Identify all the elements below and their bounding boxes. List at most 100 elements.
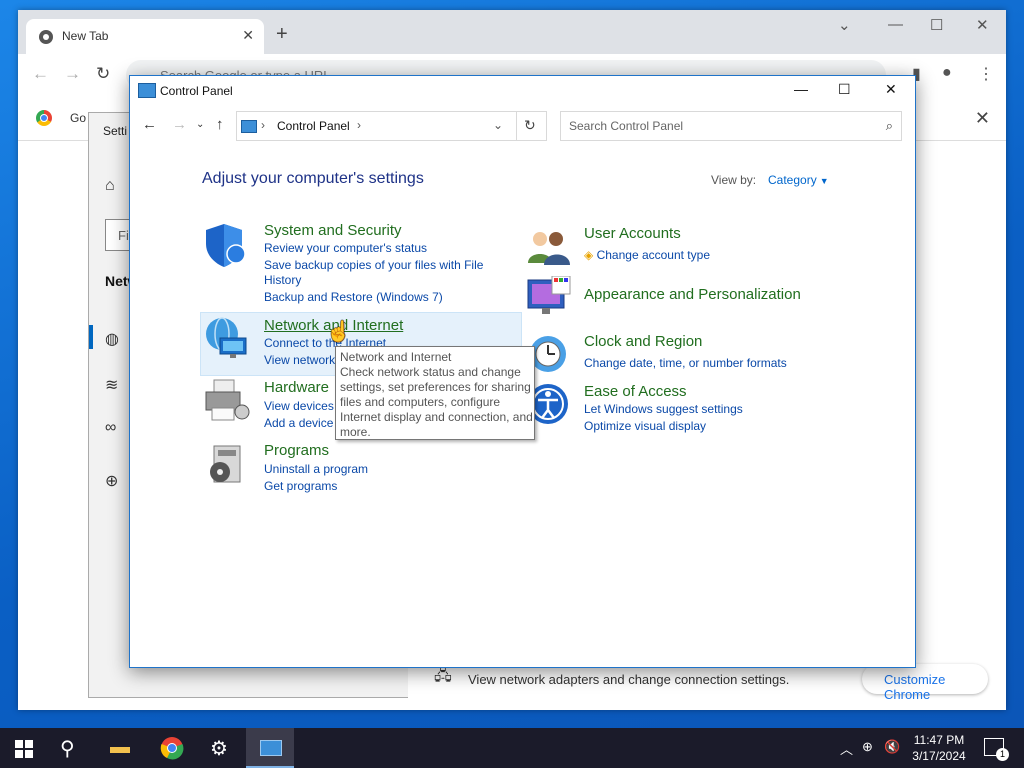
breadcrumb-separator-icon[interactable]: › [261,118,265,132]
link-save-backup[interactable]: Save backup copies of your files with Fi… [264,258,483,272]
change-account-type-label: Change account type [596,248,710,262]
hand-cursor-icon: ☝ [326,321,351,343]
notification-center-icon[interactable]: 1 [984,738,1009,761]
printer-icon [205,379,250,421]
clock-time: 11:47 PM [913,733,965,747]
tooltip-line-6: more. [340,425,371,439]
user-accounts-title[interactable]: User Accounts [584,225,681,242]
link-change-account-type[interactable]: ◈ Change account type [584,248,710,262]
tray-chevron-up-icon[interactable]: ︿ [840,739,853,758]
proxy-globe-icon[interactable]: ⊕ [105,471,118,491]
cp-forward-icon[interactable]: → [172,116,187,133]
network-adapter-icon: 🖧 [434,667,452,684]
profile-icon[interactable]: ● [942,64,952,82]
page-heading: Adjust your computer's settings [202,170,424,187]
reload-icon[interactable]: ↻ [96,64,110,84]
cp-window-title: Control Panel [160,84,233,98]
chrome-tabstrip: New Tab ✕ + ⌄ — ☐ ✕ [18,10,1006,54]
link-view-network[interactable]: View network [264,353,335,367]
link-suggest-settings[interactable]: Let Windows suggest settings [584,402,743,416]
clock-date: 3/17/2024 [912,749,966,763]
cp-close-icon[interactable]: ✕ [885,81,897,98]
users-icon [528,232,570,265]
system-security-title[interactable]: System and Security [264,222,402,239]
address-cp-icon [241,120,257,133]
link-backup-restore[interactable]: Backup and Restore (Windows 7) [264,290,443,304]
google-logo-icon [36,110,52,126]
close-bar-icon[interactable]: ✕ [975,108,990,129]
close-tab-icon[interactable]: ✕ [242,27,254,44]
breadcrumb-control-panel[interactable]: Control Panel [277,119,350,133]
view-by-label: View by: [711,173,757,187]
tooltip-line-4: files and computers, configure [340,395,501,409]
settings-title: Setti [103,124,128,138]
cp-maximize-icon[interactable]: ☐ [838,81,851,98]
view-by-value: Category [768,173,817,187]
address-bar[interactable]: › Control Panel › ⌄ [236,111,517,141]
hardware-title[interactable]: Hardware [264,379,329,396]
search-placeholder: Search Control Panel [569,119,684,133]
breadcrumb-chevron-icon[interactable]: › [357,118,361,132]
menu-dots-icon[interactable]: ⋮ [978,64,994,84]
link-get-programs[interactable]: Get programs [264,479,337,493]
close-window-icon[interactable]: ✕ [976,16,989,34]
taskbar: ⚲ ▬ ⚙ ︿ ⊕ 🔇 11:47 PM 3/17/2024 1 [0,728,1024,768]
link-save-backup-cont[interactable]: History [264,273,301,287]
refresh-button[interactable]: ↻ [515,111,547,141]
shield-icon [206,224,246,267]
customize-chrome-button[interactable]: Customize Chrome [862,664,988,702]
taskbar-search-icon[interactable]: ⚲ [60,736,75,761]
minimize-icon[interactable]: — [888,16,903,33]
cp-up-icon[interactable]: ↑ [216,116,224,133]
globe-icon[interactable]: ◍ [105,329,119,349]
cp-navbar: ← → ⌄ ↑ › Control Panel › ⌄ ↻ Search Con… [130,106,915,146]
file-explorer-icon[interactable]: ▬ [110,736,130,759]
control-panel-taskbar-item[interactable] [246,728,294,768]
programs-title[interactable]: Programs [264,442,329,459]
uac-shield-icon: ◈ [584,248,594,262]
network-globe-icon [206,317,247,358]
cp-minimize-icon[interactable]: — [794,81,808,97]
forward-arrow-icon[interactable]: → [64,64,81,84]
taskbar-clock[interactable]: 11:47 PM 3/17/2024 [906,732,972,764]
cp-back-icon[interactable]: ← [142,116,157,133]
new-tab-button[interactable]: + [276,24,288,44]
link-review-status[interactable]: Review your computer's status [264,241,427,255]
search-control-panel-input[interactable]: Search Control Panel ⌕ [560,111,902,141]
vpn-icon[interactable]: ∞ [105,419,116,437]
recent-locations-icon[interactable]: ⌄ [196,119,204,130]
clock-region-title[interactable]: Clock and Region [584,333,702,350]
find-placeholder: Fi [118,228,129,243]
link-add-device[interactable]: Add a device [264,416,333,430]
adapter-text: View network adapters and change connect… [468,672,790,687]
link-change-date-formats[interactable]: Change date, time, or number formats [584,356,787,370]
dropdown-arrow-icon: ▼ [819,176,829,186]
volume-muted-icon[interactable]: 🔇 [884,739,900,755]
chrome-tab-new-tab[interactable]: New Tab ✕ [26,19,264,54]
chevron-down-icon[interactable]: ⌄ [838,16,851,34]
tooltip-line-3: settings, set preferences for sharing [340,380,531,394]
view-by-dropdown[interactable]: Category ▼ [768,173,829,187]
appearance-title[interactable]: Appearance and Personalization [584,286,801,303]
link-optimize-display[interactable]: Optimize visual display [584,419,706,433]
chrome-taskbar-icon[interactable] [160,736,184,760]
link-view-devices[interactable]: View devices [264,399,334,413]
search-icon: ⌕ [885,118,893,133]
selected-indicator [89,325,93,349]
customize-label: Customize Chrome [884,672,946,702]
address-dropdown-icon[interactable]: ⌄ [493,118,503,132]
bookmark-google[interactable]: Go [70,111,86,125]
appearance-monitor-icon [527,276,571,314]
home-icon[interactable]: ⌂ [105,177,115,195]
settings-gear-icon[interactable]: ⚙ [210,736,228,761]
start-windows-icon[interactable] [15,740,33,758]
link-uninstall-program[interactable]: Uninstall a program [264,462,368,476]
network-tray-icon[interactable]: ⊕ [862,739,873,755]
tooltip-line-5: Internet display and connection, and [340,410,533,424]
network-tooltip: Network and Internet Check network statu… [335,346,535,440]
control-panel-taskbar-icon [260,740,282,756]
wifi-icon[interactable]: ≋ [105,375,118,395]
ease-of-access-title[interactable]: Ease of Access [584,383,687,400]
maximize-icon[interactable]: ☐ [930,16,943,34]
back-arrow-icon[interactable]: ← [32,64,49,84]
